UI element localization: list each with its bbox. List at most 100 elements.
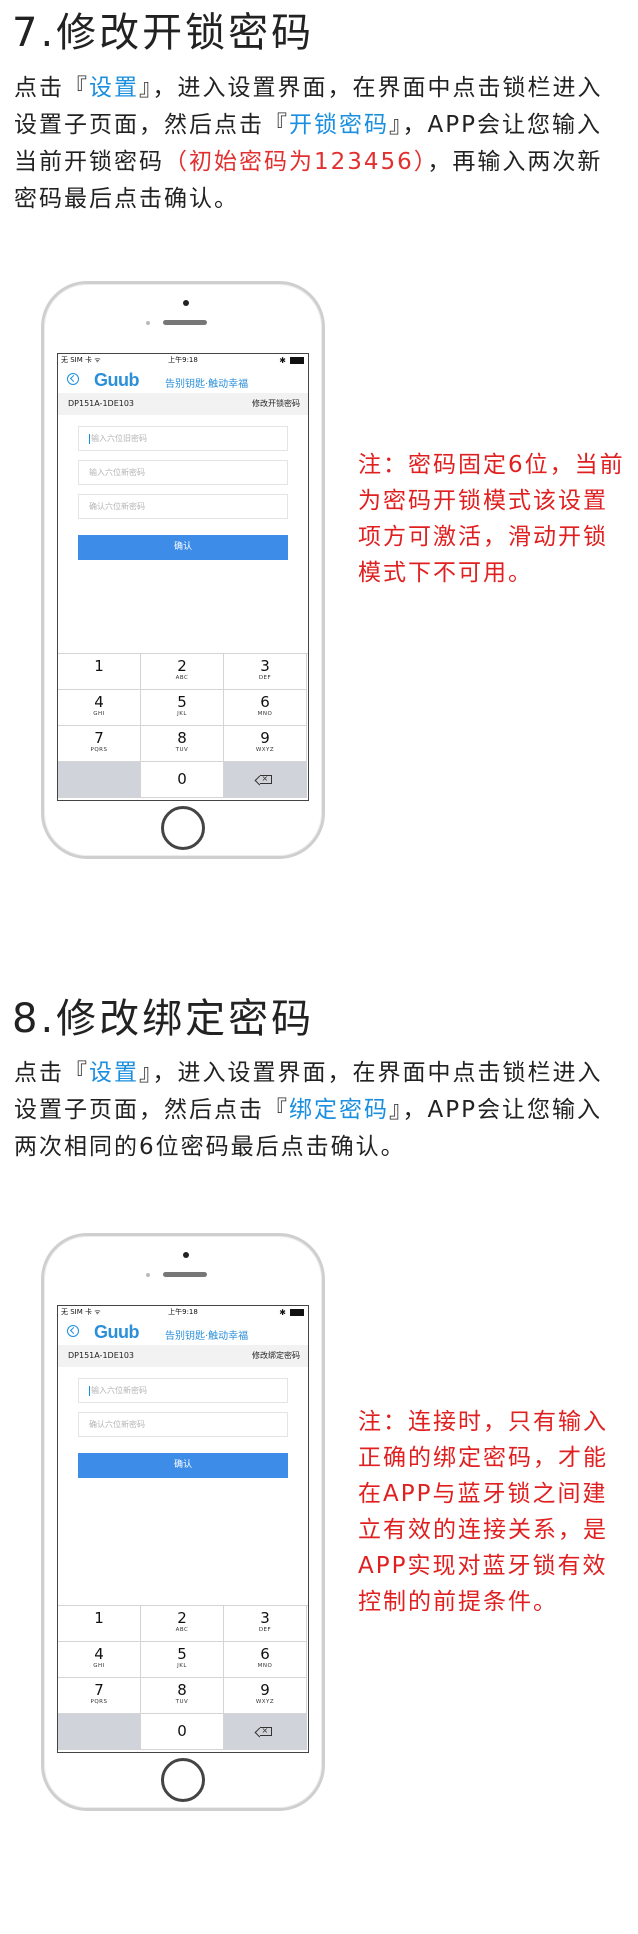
section-8-instructions: 点击『设置』，进入设置界面，在界面中点击锁栏进入设置子页面，然后点击『绑定密码』… (14, 1055, 624, 1166)
speaker-grill (163, 1272, 207, 1277)
key-letters: ABC (175, 1627, 189, 1633)
key-letters: JKL (177, 711, 187, 717)
key-1[interactable]: 1 (58, 1606, 141, 1642)
section-7-note: 注：密码固定6位，当前为密码开锁模式该设置项方可激活，滑动开锁模式下不可用。 (358, 452, 625, 586)
key-0[interactable]: 0 (141, 1714, 224, 1750)
page-action-title: 修改绑定密码 (252, 1351, 300, 1360)
confirm-button[interactable]: 确认 (78, 1453, 288, 1478)
status-time: 上午9:18 (168, 356, 198, 364)
status-bar: 无 SIM 卡 ᯤ 上午9:18 ✱ (58, 354, 308, 367)
key-letters: DEF (258, 675, 272, 681)
key-3[interactable]: 3 DEF (224, 654, 307, 690)
confirm-password-input[interactable]: 确认六位新密码 (78, 494, 288, 519)
camera-icon (183, 1252, 189, 1258)
key-letters: GHI (93, 1663, 105, 1669)
device-info-bar: DP151A-1DE103 修改开锁密码 (58, 393, 308, 415)
key-digit: 6 (260, 693, 270, 711)
key-2[interactable]: 2 ABC (141, 1606, 224, 1642)
key-letters: TUV (175, 747, 189, 753)
key-8[interactable]: 8 TUV (141, 726, 224, 762)
highlighted-term: 设置 (89, 75, 139, 101)
confirm-password-input[interactable]: 确认六位新密码 (78, 1412, 288, 1437)
numeric-keypad: 1 2 ABC 3 DEF 4 GHI 5 JKL 6 MNO 7 PQRS 8 TUV 9 WXYZ 0 (58, 1605, 308, 1752)
highlighted-term: 绑定密码 (289, 1097, 389, 1123)
device-id: DP151A-1DE103 (68, 1351, 135, 1360)
key-delete[interactable] (224, 762, 307, 798)
backspace-icon (259, 1725, 272, 1737)
key-digit: 4 (94, 1645, 104, 1663)
key-6[interactable]: 6 MNO (224, 690, 307, 726)
key-digit: 1 (94, 657, 104, 675)
key-letters: DEF (258, 1627, 272, 1633)
key-blank (58, 1714, 141, 1750)
new-password-input[interactable]: 输入六位新密码 (78, 1378, 288, 1403)
new-password-input[interactable]: 输入六位新密码 (78, 460, 288, 485)
key-letters: GHI (93, 711, 105, 717)
key-8[interactable]: 8 TUV (141, 1678, 224, 1714)
text-caret (89, 1385, 90, 1396)
key-letters: JKL (177, 1663, 187, 1669)
key-digit: 1 (94, 1609, 104, 1627)
key-7[interactable]: 7 PQRS (58, 1678, 141, 1714)
key-letters: MNO (257, 1663, 273, 1669)
section-8-note: 注：连接时，只有输入正确的绑定密码，才能在APP与蓝牙锁之间建立有效的连接关系，… (358, 1409, 608, 1615)
sensor-dot (146, 321, 150, 325)
key-digit: 2 (177, 1609, 187, 1627)
key-letters: MNO (257, 711, 273, 717)
app-slogan: 告别钥匙·触动幸福 (165, 379, 249, 390)
key-5[interactable]: 5 JKL (141, 690, 224, 726)
key-digit: 0 (177, 770, 187, 788)
status-time: 上午9:18 (168, 1308, 198, 1316)
confirm-button[interactable]: 确认 (78, 535, 288, 560)
status-bar: 无 SIM 卡 ᯤ 上午9:18 ✱ (58, 1306, 308, 1319)
key-letters: WXYZ (255, 747, 275, 753)
back-arrow-icon[interactable] (67, 373, 79, 385)
key-3[interactable]: 3 DEF (224, 1606, 307, 1642)
key-digit: 3 (260, 657, 270, 675)
highlighted-term: 开锁密码 (289, 112, 389, 138)
home-button[interactable] (161, 1758, 205, 1802)
text-caret (89, 433, 90, 444)
instruction-text: 点击『 (14, 1060, 89, 1086)
home-button[interactable] (161, 806, 205, 850)
key-letters: ABC (175, 675, 189, 681)
key-letters: PQRS (90, 1699, 108, 1705)
key-digit: 7 (94, 729, 104, 747)
key-4[interactable]: 4 GHI (58, 690, 141, 726)
phone-screen: 无 SIM 卡 ᯤ 上午9:18 ✱ Guub 告别钥匙·触动幸福 DP151A… (57, 1305, 309, 1753)
key-2[interactable]: 2 ABC (141, 654, 224, 690)
section-7-title: 7.修改开锁密码 (12, 10, 315, 56)
key-delete[interactable] (224, 1714, 307, 1750)
key-letters: PQRS (90, 747, 108, 753)
device-id: DP151A-1DE103 (68, 399, 135, 408)
numeric-keypad: 1 2 ABC 3 DEF 4 GHI 5 JKL 6 MNO 7 PQRS 8 TUV 9 WXYZ 0 (58, 653, 308, 800)
key-5[interactable]: 5 JKL (141, 1642, 224, 1678)
key-digit: 7 (94, 1681, 104, 1699)
key-digit: 5 (177, 693, 187, 711)
key-digit: 3 (260, 1609, 270, 1627)
key-7[interactable]: 7 PQRS (58, 726, 141, 762)
key-digit: 6 (260, 1645, 270, 1663)
battery-icon (290, 357, 304, 364)
bluetooth-icon: ✱ (279, 1308, 286, 1317)
key-digit: 9 (260, 1681, 270, 1699)
phone-screen: 无 SIM 卡 ᯤ 上午9:18 ✱ Guub 告别钥匙·触动幸福 DP151A… (57, 353, 309, 801)
guub-logo: Guub (94, 1322, 140, 1342)
bluetooth-icon: ✱ (279, 356, 286, 365)
app-header: Guub 告别钥匙·触动幸福 (58, 1319, 308, 1345)
sensor-dot (146, 1273, 150, 1277)
key-6[interactable]: 6 MNO (224, 1642, 307, 1678)
key-9[interactable]: 9 WXYZ (224, 1678, 307, 1714)
key-1[interactable]: 1 (58, 654, 141, 690)
backspace-icon (259, 773, 272, 785)
speaker-grill (163, 320, 207, 325)
key-digit: 9 (260, 729, 270, 747)
key-4[interactable]: 4 GHI (58, 1642, 141, 1678)
battery-icon (290, 1309, 304, 1316)
key-0[interactable]: 0 (141, 762, 224, 798)
back-arrow-icon[interactable] (67, 1325, 79, 1337)
key-letters: WXYZ (255, 1699, 275, 1705)
phone-mockup-unlock-password: 无 SIM 卡 ᯤ 上午9:18 ✱ Guub 告别钥匙·触动幸福 DP151A… (41, 281, 325, 859)
old-password-input[interactable]: 输入六位旧密码 (78, 426, 288, 451)
key-9[interactable]: 9 WXYZ (224, 726, 307, 762)
